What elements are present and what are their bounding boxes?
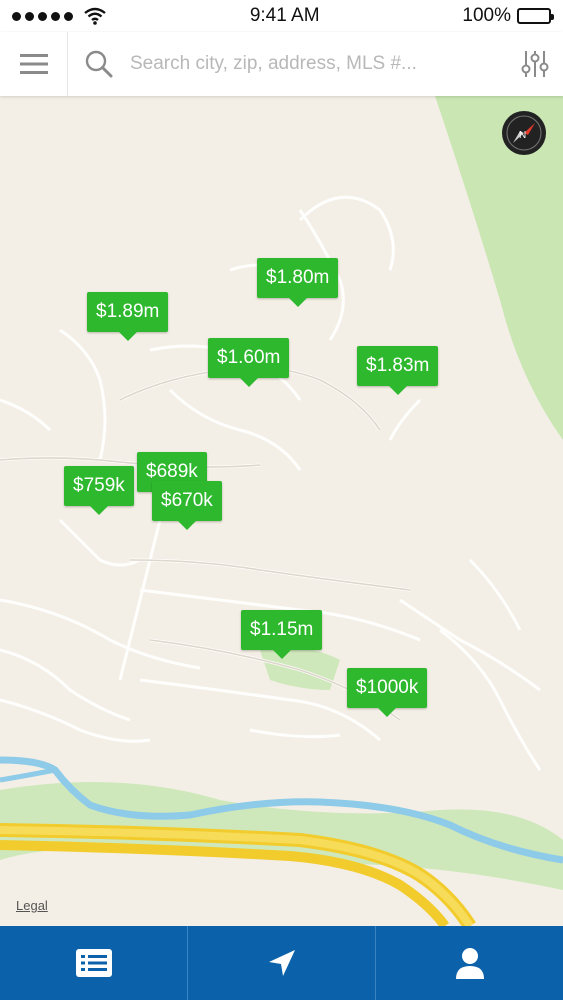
wifi-icon (84, 7, 106, 25)
price-pin[interactable]: $670k (152, 481, 222, 530)
price-pin[interactable]: $1.83m (357, 346, 439, 395)
user-icon (455, 948, 484, 979)
menu-button[interactable] (0, 32, 68, 96)
map-base-layer (0, 96, 563, 926)
navigation-arrow-icon (268, 950, 295, 976)
sliders-filter-icon (521, 51, 549, 77)
status-bar: 9:41 AM 100% (0, 0, 563, 32)
price-pin[interactable]: $759k (64, 466, 134, 515)
search-bar (0, 32, 563, 96)
signal-indicator (12, 7, 107, 25)
tab-list[interactable] (0, 926, 188, 1000)
filter-button[interactable] (507, 49, 563, 79)
tab-profile[interactable] (376, 926, 563, 1000)
price-pin[interactable]: $1.15m (241, 610, 323, 659)
price-pin[interactable]: $1.89m (87, 292, 169, 341)
battery-indicator: 100% (462, 5, 554, 27)
battery-icon (516, 8, 554, 24)
svg-text:N: N (519, 130, 526, 141)
compass-button[interactable]: N (502, 111, 546, 155)
bottom-tab-bar (0, 926, 563, 1000)
map-view[interactable]: N $1.80m $1.89m $1.60m $1.83m $689k $759… (0, 96, 563, 926)
price-pin[interactable]: $1000k (347, 668, 428, 717)
battery-percent: 100% (462, 5, 511, 26)
tab-locate[interactable] (188, 926, 376, 1000)
legal-link[interactable]: Legal (16, 898, 48, 913)
search-input[interactable] (124, 53, 507, 75)
price-pin[interactable]: $1.80m (257, 258, 339, 307)
compass-icon: N (506, 115, 542, 151)
status-time: 9:41 AM (249, 5, 320, 26)
price-pin[interactable]: $1.60m (208, 338, 290, 387)
hamburger-menu-icon (19, 54, 48, 74)
search-icon (74, 49, 124, 79)
list-icon (75, 949, 112, 977)
